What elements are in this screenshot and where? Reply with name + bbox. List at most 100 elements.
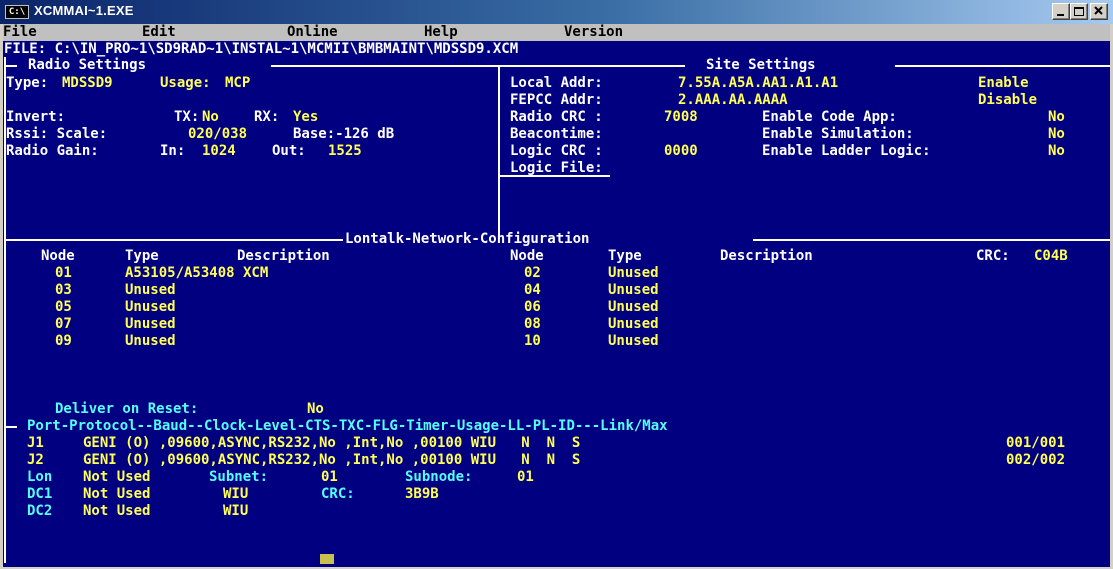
type-col-header-right: Type [608,248,642,264]
node-number: 02 [524,265,541,281]
gain-in-label: In: [160,143,186,159]
node-number: 01 [55,265,72,281]
rssi-scale-value[interactable]: 020/038 [188,126,247,143]
dc2-usage[interactable]: WIU [223,503,248,520]
dc2-port-name: DC2 [27,503,53,519]
port-header-rule-left [5,426,17,428]
node-type[interactable]: Unused [125,316,176,333]
console-app-icon[interactable]: C:\ [5,5,29,19]
rssi-base-value[interactable]: Base:-126 dB [293,126,394,143]
site-settings-rule-left [500,65,685,67]
enable-simulation-label: Enable Simulation: [762,126,914,142]
beacontime-label: Beacontime: [510,126,603,142]
menu-edit[interactable]: Edit [142,24,176,41]
enable-ladder-logic-label: Enable Ladder Logic: [762,143,931,159]
node-type[interactable]: Unused [125,299,176,316]
port-name: J1 [27,435,44,451]
console-window[interactable]: File Edit Online Help Version FILE: C:\I… [3,24,1110,567]
node-type[interactable]: Unused [608,316,659,333]
logic-file-rule [498,175,610,177]
radio-type-value[interactable]: MDSSD9 [62,75,113,92]
port-name: J2 [27,452,44,468]
radio-settings-header: Radio Settings [28,57,147,73]
enable-code-app-value[interactable]: No [1048,109,1065,126]
radio-usage-value[interactable]: MCP [225,75,250,92]
node-number: 08 [524,316,541,332]
dc1-protocol[interactable]: Not Used [83,486,150,503]
node-col-header-left: Node [41,248,75,264]
node-type[interactable]: Unused [125,333,176,350]
fepcc-addr-status[interactable]: Disable [978,92,1037,109]
minimize-icon [1057,14,1064,16]
port-link-max[interactable]: 001/001 [1006,435,1065,452]
rx-value[interactable]: Yes [293,109,318,126]
fepcc-addr-value[interactable]: 2.AAA.AA.AAAA [678,92,788,109]
node-col-header-right: Node [510,248,544,264]
node-number: 07 [55,316,72,332]
window-title: XCMMAI~1.EXE [34,3,134,18]
type-col-header-left: Type [125,248,159,264]
gain-in-value[interactable]: 1024 [202,143,236,160]
port-link-max[interactable]: 002/002 [1006,452,1065,469]
port-table-header: Port-Protocol--Baud--Clock-Level-CTS-TXC… [27,418,668,434]
lon-port-name: Lon [27,469,53,485]
tx-value[interactable]: No [202,109,219,126]
deliver-on-reset-label: Deliver on Reset: [55,401,199,417]
deliver-on-reset-value[interactable]: No [307,401,324,418]
invert-label: Invert: [6,109,66,125]
menu-file[interactable]: File [3,24,37,41]
menu-help[interactable]: Help [424,24,458,41]
enable-simulation-value[interactable]: No [1048,126,1065,143]
radio-crc-label: Radio CRC : [510,109,603,125]
close-button[interactable] [1090,3,1108,20]
lontalk-rule-right [753,239,1110,241]
radio-type-label: Type: [6,75,49,91]
subnode-value[interactable]: 01 [517,469,534,486]
dc1-port-name: DC1 [27,486,53,502]
local-addr-label: Local Addr: [510,75,603,91]
gain-out-label: Out: [272,143,306,159]
radio-crc-value[interactable]: 7008 [664,109,698,126]
dc1-crc-value: 3B9B [405,486,439,502]
lontalk-crc-label: CRC: [976,248,1010,264]
node-type[interactable]: Unused [608,265,659,282]
local-addr-value[interactable]: 7.55A.A5A.AA1.A1.A1 [678,75,838,92]
lon-protocol[interactable]: Not Used [83,469,150,486]
maximize-button[interactable] [1070,3,1088,20]
radio-gain-label: Radio Gain: [6,143,99,159]
tx-label: TX: [174,109,200,125]
menu-online[interactable]: Online [287,24,338,41]
rssi-scale-label: Rssi: Scale: [6,126,108,142]
radio-settings-rule-right [271,65,499,67]
local-addr-status[interactable]: Enable [978,75,1029,92]
lontalk-crc-value: C04B [1034,248,1068,264]
subnet-value[interactable]: 01 [321,469,338,486]
subnet-label: Subnet: [209,469,269,485]
node-type[interactable]: A53105/A53408 XCM [125,265,268,282]
minimize-button[interactable] [1052,3,1070,20]
node-number: 06 [524,299,541,315]
node-type[interactable]: Unused [608,282,659,299]
logic-crc-value[interactable]: 0000 [664,143,698,160]
menu-version[interactable]: Version [564,24,623,41]
window-title-bar[interactable]: C:\ XCMMAI~1.EXE [0,0,1113,24]
node-type[interactable]: Unused [608,299,659,316]
lontalk-rule-left [5,239,343,241]
node-type[interactable]: Unused [125,282,176,299]
frame-divider-vertical [498,65,500,239]
description-col-header-right: Description [720,248,813,264]
port-config[interactable]: GENI (O) ,09600,ASYNC,RS232,No ,Int,No ,… [83,452,580,469]
radio-settings-rule-left [5,65,17,67]
dc2-protocol[interactable]: Not Used [83,503,150,520]
enable-ladder-logic-value[interactable]: No [1048,143,1065,160]
port-config[interactable]: GENI (O) ,09600,ASYNC,RS232,No ,Int,No ,… [83,435,580,452]
logic-crc-label: Logic CRC : [510,143,603,159]
radio-usage-label: Usage: [160,75,211,91]
text-cursor [320,554,334,564]
dc1-usage[interactable]: WIU [223,486,248,503]
site-settings-rule-right [895,65,1110,67]
file-path: FILE: C:\IN_PRO~1\SD9RAD~1\INSTAL~1\MCMI… [4,41,519,57]
node-number: 05 [55,299,72,315]
gain-out-value[interactable]: 1525 [328,143,362,160]
node-type[interactable]: Unused [608,333,659,350]
